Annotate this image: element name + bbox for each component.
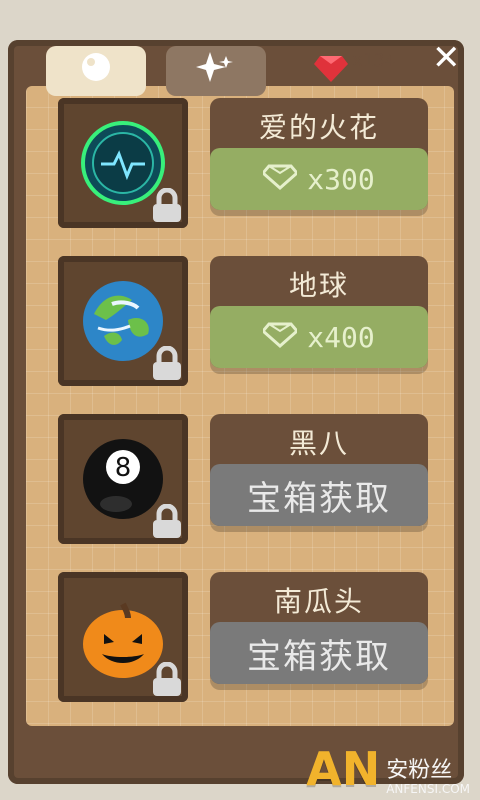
watermark-small: 安粉丝 [386,758,453,783]
item-card: 南瓜头 宝箱获取 [210,572,428,684]
lock-icon [150,503,184,540]
gem-count: x134 [352,50,396,71]
buy-button[interactable]: x300 [210,148,428,210]
item-title: 南瓜头 [273,585,364,618]
chest-unlock-button[interactable]: 宝箱获取 [210,622,428,684]
close-icon[interactable]: ✕ [432,38,464,78]
item-card: 爱的火花 x300 [210,98,428,210]
item-card: 地球 x400 [210,256,428,368]
chest-text: 宝箱获取 [247,636,391,677]
shop-item-row: 爱的火花 x300 [58,98,428,228]
lock-icon [150,345,184,382]
item-title: 黑八 [288,427,349,460]
lock-icon [150,187,184,224]
item-thumbnail[interactable]: 8 [58,414,188,544]
watermark-url: ANFENSI.COM [386,782,470,796]
watermark-big: AN [306,742,381,796]
item-thumbnail[interactable] [58,98,188,228]
item-card: 黑八 宝箱获取 [210,414,428,526]
shop-item-row: 南瓜头 宝箱获取 [58,572,428,702]
ball-icon [79,50,113,92]
price-text: x400 [307,320,375,354]
tab-balls[interactable] [46,46,146,96]
shop-item-row: 地球 x400 [58,256,428,386]
item-title: 地球 [288,269,349,302]
sparkles-icon [196,50,236,92]
shop-item-row: 8 黑八 宝箱获取 [58,414,428,544]
item-thumbnail[interactable] [58,256,188,386]
gem-outline-icon [261,322,300,352]
tab-effects[interactable] [166,46,266,96]
price-text: x300 [307,162,375,196]
chest-unlock-button[interactable]: 宝箱获取 [210,464,428,526]
chest-text: 宝箱获取 [247,478,391,519]
lock-icon [150,661,184,698]
item-thumbnail[interactable] [58,572,188,702]
watermark: AN 安粉丝 ANFENSI.COM [306,742,470,796]
top-bar: x134 ✕ [0,0,480,96]
gem-outline-icon [261,164,300,194]
item-title: 爱的火花 [258,111,379,144]
buy-button[interactable]: x400 [210,306,428,368]
gem-icon [314,54,348,82]
svg-text:8: 8 [115,453,132,483]
